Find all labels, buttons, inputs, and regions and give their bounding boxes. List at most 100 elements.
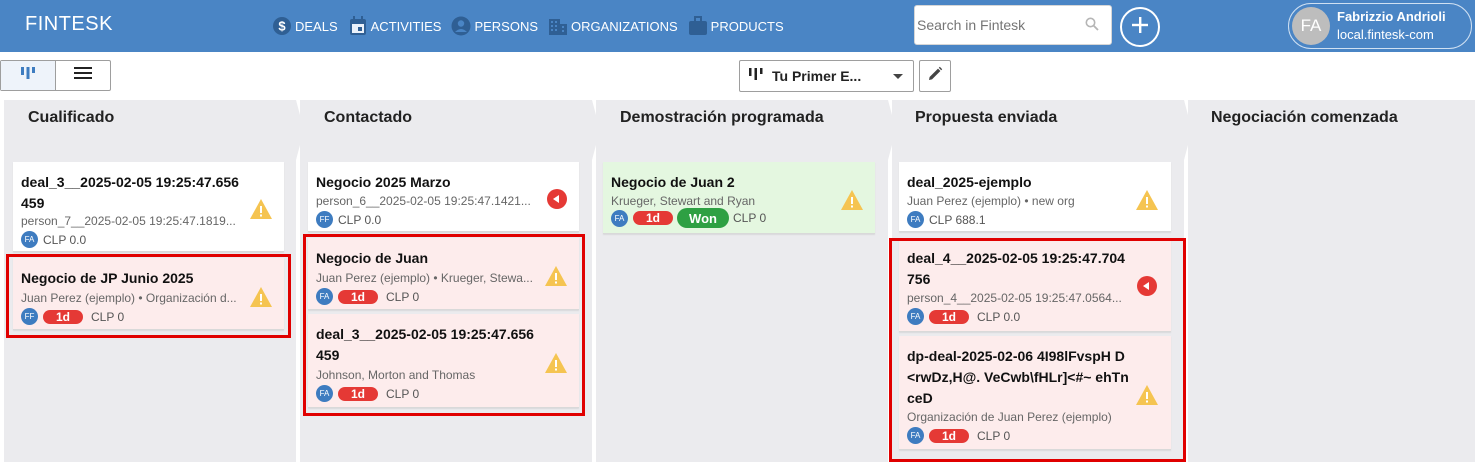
user-menu[interactable]: FA Fabrizzio Andrioli local.fintesk-com bbox=[1288, 3, 1472, 49]
pipeline-view-button[interactable] bbox=[1, 61, 56, 90]
nav-persons[interactable]: PERSONS bbox=[451, 16, 538, 36]
nav-products[interactable]: PRODUCTS bbox=[688, 16, 784, 36]
stage-title: Propuesta enviada bbox=[915, 109, 1058, 126]
deal-card[interactable]: deal_3__2025-02-05 19:25:47.656 459 pers… bbox=[13, 162, 284, 252]
pipeline-view-icon bbox=[20, 66, 36, 85]
owner-avatar: FF bbox=[21, 308, 38, 325]
deal-subtitle: person_6__2025-02-05 19:25:47.1421... bbox=[316, 194, 531, 208]
deal-subtitle: Johnson, Morton and Thomas bbox=[316, 368, 476, 382]
search-box bbox=[914, 5, 1112, 45]
deal-subtitle: person_4__2025-02-05 19:25:47.0564... bbox=[907, 291, 1122, 305]
deal-title: deal_3__2025-02-05 19:25:47.656 459 bbox=[21, 174, 239, 211]
pipeline-icon bbox=[749, 67, 763, 86]
age-badge: 1d bbox=[338, 386, 378, 401]
warning-icon[interactable] bbox=[544, 352, 568, 374]
deal-meta: FF 1d CLP 0 bbox=[21, 308, 124, 325]
deal-card[interactable]: dp-deal-2025-02-06 4I98lFvspH D <rwDz,H@… bbox=[899, 336, 1171, 450]
age-badge: 1d bbox=[43, 309, 83, 324]
user-org: local.fintesk-com bbox=[1337, 27, 1434, 42]
deal-card[interactable]: Negocio de Juan Juan Perez (ejemplo) • K… bbox=[308, 238, 579, 310]
deal-subtitle: Juan Perez (ejemplo) • Krueger, Stewa... bbox=[316, 271, 533, 285]
deal-meta: FA CLP 688.1 bbox=[907, 211, 986, 228]
add-button[interactable] bbox=[1120, 7, 1160, 47]
age-badge: 1d bbox=[929, 428, 969, 443]
deal-value: CLP 688.1 bbox=[929, 212, 986, 227]
deal-meta: FA 1d CLP 0 bbox=[316, 288, 419, 305]
calendar-icon bbox=[348, 16, 368, 36]
owner-avatar: FA bbox=[21, 231, 38, 248]
warning-icon[interactable] bbox=[249, 198, 273, 220]
deal-title: Negocio de JP Junio 2025 bbox=[21, 270, 194, 286]
warning-icon[interactable] bbox=[1135, 189, 1159, 211]
nav-persons-label: PERSONS bbox=[474, 18, 539, 34]
overdue-icon[interactable] bbox=[1137, 276, 1157, 296]
pencil-icon bbox=[927, 66, 943, 87]
deal-card[interactable]: Negocio de Juan 2 Krueger, Stewart and R… bbox=[603, 162, 875, 234]
deal-meta: FA 1d CLP 0 bbox=[316, 385, 419, 402]
stage-column: Contactado Negocio 2025 Marzo person_6__… bbox=[300, 100, 588, 462]
warning-icon[interactable] bbox=[840, 189, 864, 211]
age-badge: 1d bbox=[633, 211, 673, 225]
chevron-down-icon bbox=[893, 74, 903, 79]
building-icon bbox=[548, 16, 568, 36]
list-view-button[interactable] bbox=[56, 61, 110, 90]
dollar-icon: $ bbox=[272, 16, 292, 36]
deal-subtitle: Krueger, Stewart and Ryan bbox=[611, 194, 756, 208]
nav-activities[interactable]: ACTIVITIES bbox=[348, 16, 441, 36]
deal-subtitle: Juan Perez (ejemplo) • Organización d... bbox=[21, 291, 237, 305]
deal-title: deal_4__2025-02-05 19:25:47.704 756 bbox=[907, 250, 1125, 287]
stage-column: Demostración programada Negocio de Juan … bbox=[596, 100, 884, 462]
owner-avatar: FF bbox=[316, 211, 333, 228]
search-input[interactable] bbox=[915, 6, 1075, 44]
deal-meta: FF CLP 0.0 bbox=[316, 211, 381, 228]
deal-subtitle: Organización de Juan Perez (ejemplo) bbox=[907, 410, 1112, 424]
deal-value: CLP 0 bbox=[386, 289, 420, 304]
won-badge: Won bbox=[677, 208, 729, 228]
deal-title: deal_3__2025-02-05 19:25:47.656 459 bbox=[316, 326, 534, 363]
stage-column: Propuesta enviada deal_2025-ejemplo Juan… bbox=[892, 100, 1180, 462]
nav-organizations[interactable]: ORGANIZATIONS bbox=[548, 16, 678, 36]
nav-deals-label: DEALS bbox=[295, 18, 338, 34]
edit-pipeline-button[interactable] bbox=[919, 60, 951, 92]
deal-meta: FA 1d Won CLP 0 bbox=[611, 208, 766, 228]
deal-value: CLP 0 bbox=[386, 386, 420, 401]
deal-title: dp-deal-2025-02-06 4I98lFvspH D <rwDz,H@… bbox=[907, 348, 1129, 406]
stage-column: Negociación comenzada bbox=[1188, 100, 1475, 462]
deal-title: Negocio de Juan 2 bbox=[611, 174, 735, 190]
deal-title: Negocio 2025 Marzo bbox=[316, 174, 451, 190]
deal-card[interactable]: Negocio 2025 Marzo person_6__2025-02-05 … bbox=[308, 162, 579, 232]
warning-icon[interactable] bbox=[544, 265, 568, 287]
user-info: Fabrizzio Andrioli local.fintesk-com bbox=[1337, 8, 1446, 44]
overdue-icon[interactable] bbox=[547, 189, 567, 209]
owner-avatar: FA bbox=[907, 427, 924, 444]
person-icon bbox=[451, 16, 471, 36]
search-icon[interactable] bbox=[1085, 17, 1099, 36]
warning-icon[interactable] bbox=[1135, 384, 1159, 406]
deal-card[interactable]: deal_3__2025-02-05 19:25:47.656 459 John… bbox=[308, 314, 579, 408]
user-name: Fabrizzio Andrioli bbox=[1337, 9, 1446, 24]
owner-avatar: FA bbox=[611, 209, 628, 227]
deal-meta: FA CLP 0.0 bbox=[21, 231, 86, 248]
warning-icon[interactable] bbox=[249, 286, 273, 308]
deal-meta: FA 1d CLP 0 bbox=[907, 427, 1010, 444]
app-logo[interactable]: FINTESK bbox=[25, 13, 113, 36]
age-badge: 1d bbox=[338, 289, 378, 304]
deal-value: CLP 0.0 bbox=[43, 232, 87, 247]
nav-organizations-label: ORGANIZATIONS bbox=[571, 18, 678, 34]
pipeline-select[interactable]: Tu Primer E... bbox=[739, 60, 914, 92]
stage-column: Cualificado deal_3__2025-02-05 19:25:47.… bbox=[4, 100, 292, 462]
deal-card[interactable]: deal_4__2025-02-05 19:25:47.704 756 pers… bbox=[899, 238, 1171, 332]
stage-title: Demostración programada bbox=[620, 109, 824, 126]
deal-value: CLP 0.0 bbox=[338, 212, 382, 227]
deal-card[interactable]: Negocio de JP Junio 2025 Juan Perez (eje… bbox=[13, 258, 284, 330]
avatar: FA bbox=[1292, 7, 1330, 45]
plus-icon bbox=[1130, 15, 1150, 40]
owner-avatar: FA bbox=[316, 288, 333, 305]
deal-title: deal_2025-ejemplo bbox=[907, 174, 1032, 190]
deal-meta: FA 1d CLP 0.0 bbox=[907, 308, 1020, 325]
nav-deals[interactable]: $ DEALS bbox=[272, 16, 338, 36]
deal-card[interactable]: deal_2025-ejemplo Juan Perez (ejemplo) •… bbox=[899, 162, 1171, 232]
deal-subtitle: person_7__2025-02-05 19:25:47.1819... bbox=[21, 214, 236, 228]
main-nav: $ DEALS ACTIVITIES PERSONS ORGANIZATIONS bbox=[272, 0, 794, 52]
stage-title: Negociación comenzada bbox=[1211, 109, 1398, 126]
